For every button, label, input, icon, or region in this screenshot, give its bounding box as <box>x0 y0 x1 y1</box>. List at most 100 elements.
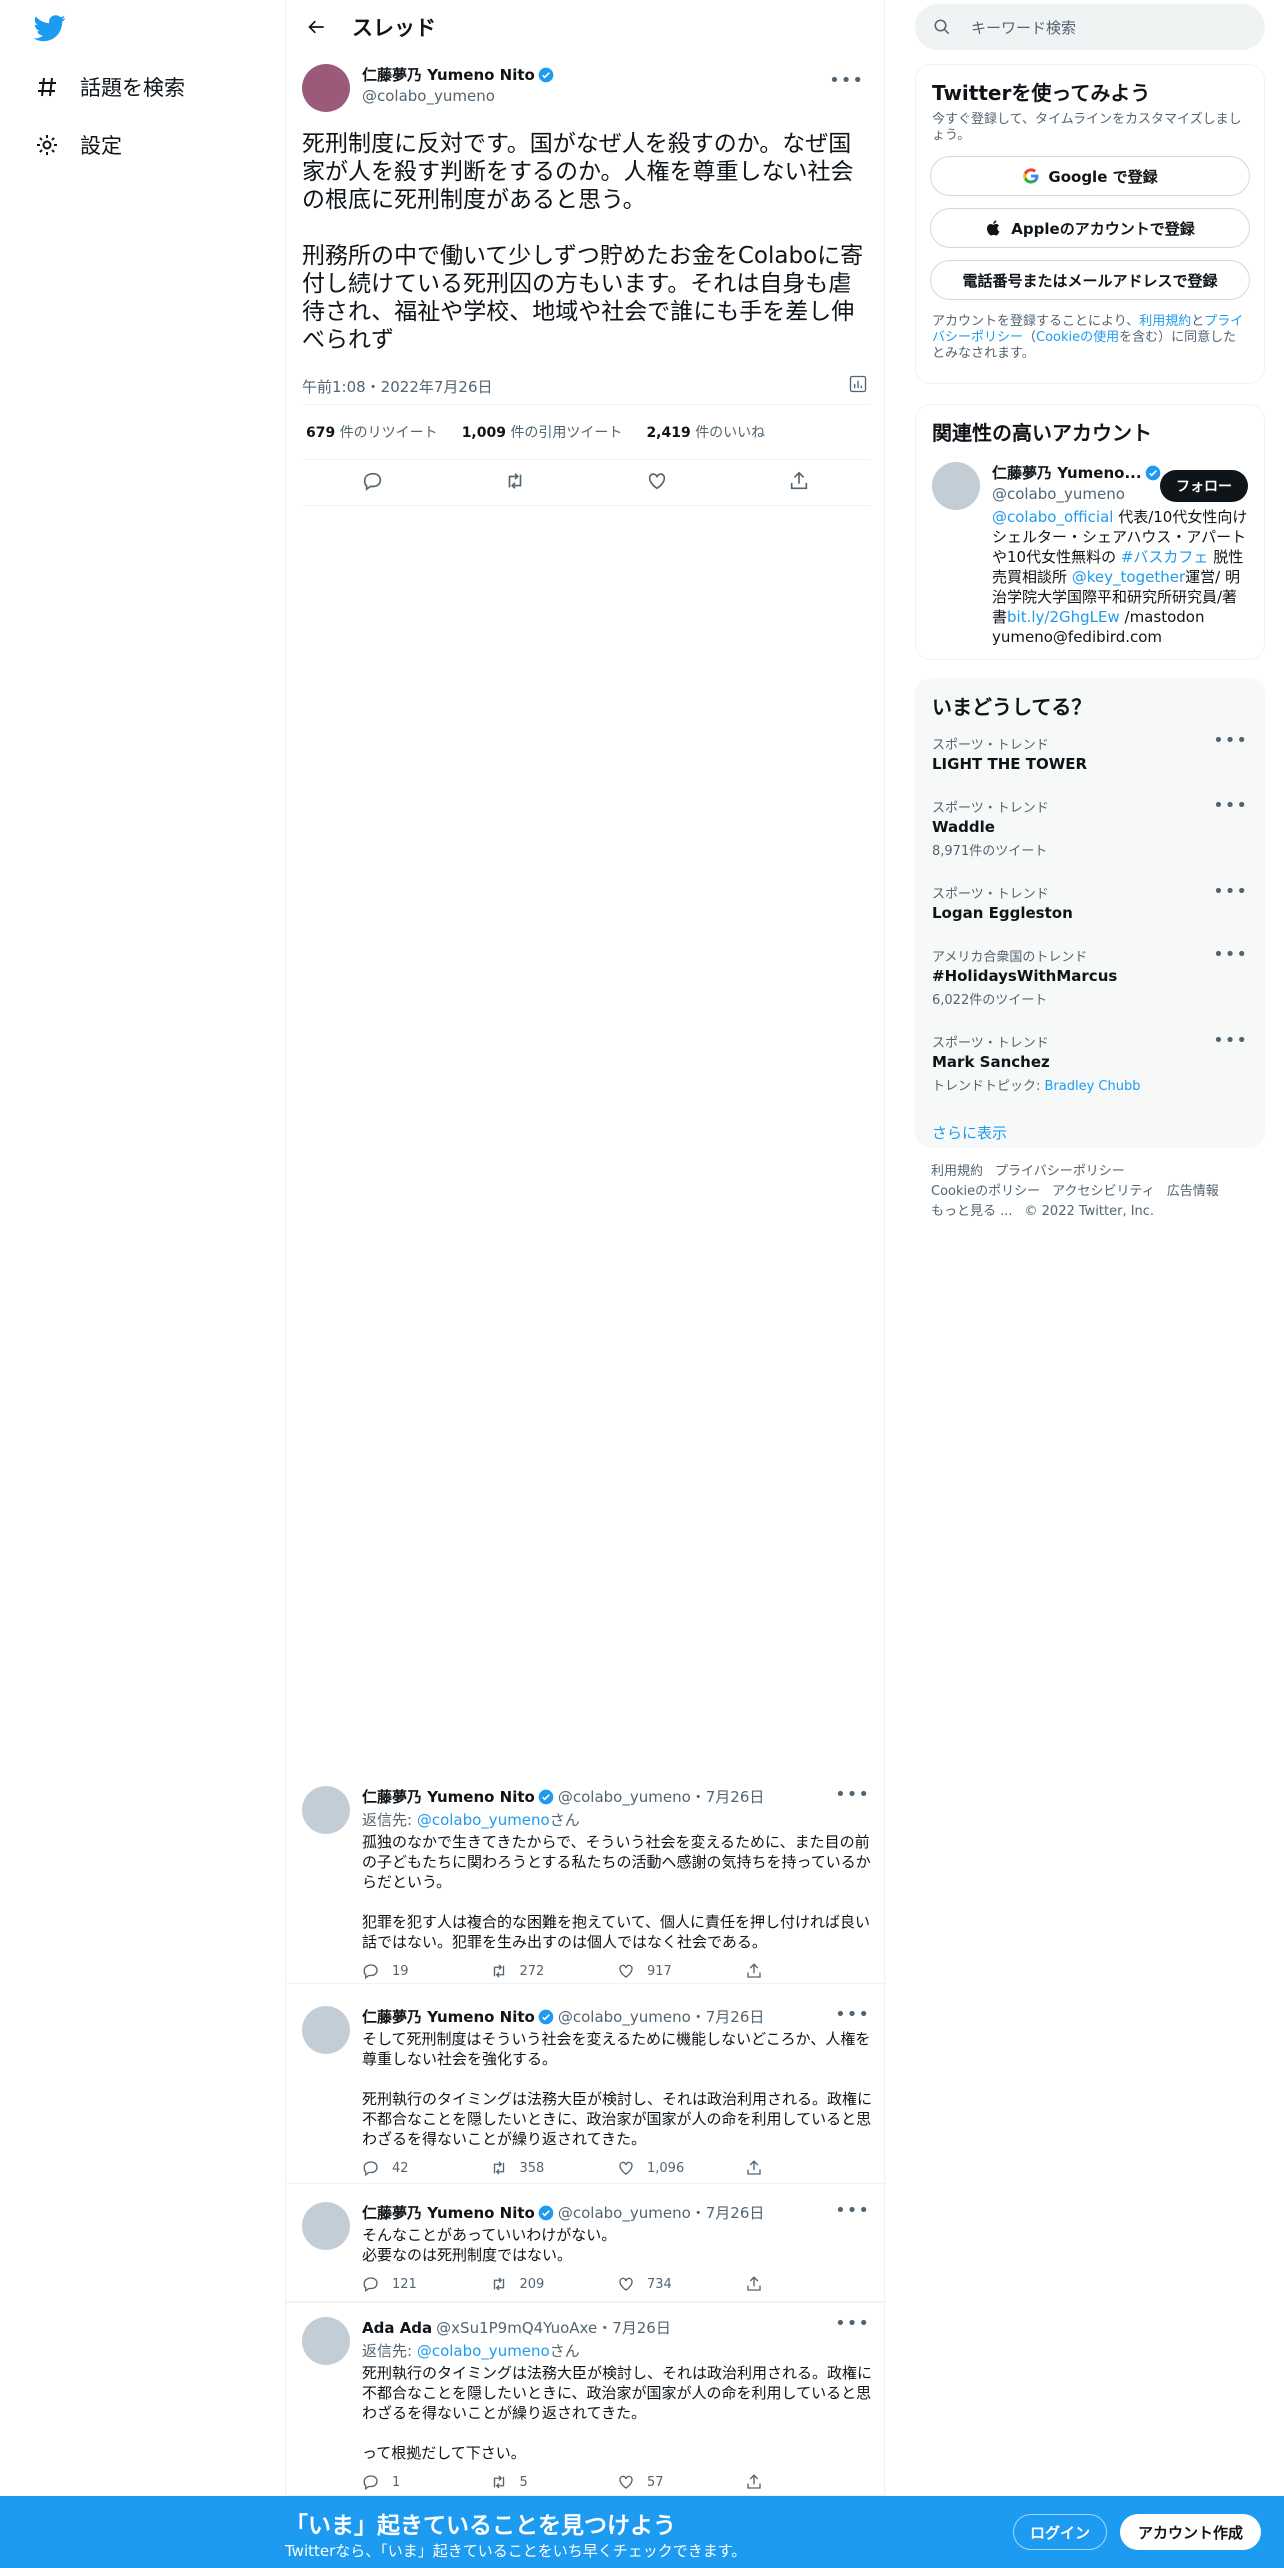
trend-item[interactable]: アメリカ合衆国のトレンド #HolidaysWithMarcus 6,022件の… <box>916 934 1264 1020</box>
reply-meta[interactable]: @colabo_yumeno・7月26日 <box>558 2006 765 2027</box>
apple-signup-label: Appleのアカウントで登録 <box>1011 219 1195 238</box>
trend-topic: トレンドトピック: Bradley Chubb <box>932 1079 1141 1094</box>
reply-text: 孤独のなかで生きてきたからで、そういう社会を変えるために、また目の前の子どもたち… <box>362 1833 871 1951</box>
google-signup-button[interactable]: Google で登録 <box>930 156 1250 196</box>
reply-tweet[interactable]: ••• 仁藤夢乃 Yumeno Nito @colabo_yumeno・7月26… <box>286 2190 886 2302</box>
share-action[interactable] <box>745 2275 873 2293</box>
nav-explore[interactable]: 話題を検索 <box>34 67 185 107</box>
reply-tweet[interactable]: ••• Ada Ada @xSu1P9mQ4YuoAxe・7月26日 返信先: … <box>286 2302 886 2496</box>
retweet-count[interactable]: 679 件のリツイート <box>306 422 438 442</box>
trend-item[interactable]: スポーツ・トレンド Logan Eggleston ••• <box>916 871 1264 934</box>
footer-privacy-link[interactable]: プライバシーポリシー <box>995 1164 1125 1179</box>
trend-count: 8,971件のツイート <box>932 844 1048 859</box>
avatar[interactable] <box>302 2006 350 2054</box>
bio-link[interactable]: @colabo_official <box>992 508 1113 526</box>
retweet-action[interactable]: 209 <box>490 2275 618 2293</box>
trend-item[interactable]: スポーツ・トレンド LIGHT THE TOWER ••• <box>916 720 1264 785</box>
verified-badge-icon <box>538 2205 554 2221</box>
share-action[interactable] <box>745 2159 873 2177</box>
more-options-icon[interactable]: ••• <box>1213 795 1248 816</box>
nav-settings[interactable]: 設定 <box>34 125 122 165</box>
avatar[interactable] <box>302 64 350 112</box>
avatar[interactable] <box>302 1786 350 1834</box>
trend-item[interactable]: スポーツ・トレンド Mark Sanchez トレンドトピック: Bradley… <box>916 1020 1264 1106</box>
signup-banner: 「いま」起きていることを見つけよう Twitterなら、「いま」起きていることを… <box>0 2496 1284 2568</box>
share-action[interactable] <box>745 1962 873 1980</box>
reply-author-name[interactable]: 仁藤夢乃 Yumeno Nito <box>362 2006 535 2027</box>
reply-action[interactable]: 42 <box>362 2159 490 2177</box>
cookie-link[interactable]: Cookieの使用 <box>1036 330 1119 345</box>
reply-tweet[interactable]: ••• 仁藤夢乃 Yumeno Nito @colabo_yumeno・7月26… <box>286 1774 886 1984</box>
search-input[interactable]: キーワード検索 <box>915 4 1265 50</box>
reply-author-name[interactable]: Ada Ada <box>362 2319 432 2337</box>
terms-link[interactable]: 利用規約 <box>1139 314 1191 329</box>
reply-action[interactable]: 1 <box>362 2473 490 2491</box>
like-count[interactable]: 2,419 件のいいね <box>646 422 765 442</box>
analytics-icon[interactable] <box>848 374 868 398</box>
reply-author-name[interactable]: 仁藤夢乃 Yumeno Nito <box>362 2202 535 2223</box>
footer-terms-link[interactable]: 利用規約 <box>931 1164 983 1179</box>
more-options-icon[interactable]: ••• <box>1213 881 1248 902</box>
show-more-link[interactable]: さらに表示 <box>916 1106 1264 1159</box>
footer-cookies-link[interactable]: Cookieのポリシー <box>931 1184 1040 1199</box>
create-account-button[interactable]: アカウント作成 <box>1120 2514 1262 2550</box>
reply-to-link[interactable]: @colabo_yumeno <box>417 1811 550 1829</box>
more-options-icon[interactable]: ••• <box>1213 730 1248 751</box>
reply-meta[interactable]: @colabo_yumeno・7月26日 <box>558 1786 765 1807</box>
reply-meta[interactable]: @colabo_yumeno・7月26日 <box>558 2202 765 2223</box>
like-action[interactable]: 1,096 <box>617 2159 745 2177</box>
twitter-logo-icon[interactable] <box>33 12 66 44</box>
avatar[interactable] <box>302 2317 350 2365</box>
quote-count[interactable]: 1,009 件の引用ツイート <box>462 422 623 442</box>
bio-url-link[interactable]: bit.ly/2GhgLEw <box>1007 608 1120 626</box>
more-options-icon[interactable]: ••• <box>1213 944 1248 965</box>
reply-tweet[interactable]: ••• 仁藤夢乃 Yumeno Nito @colabo_yumeno・7月26… <box>286 1994 886 2184</box>
page-title: スレッド <box>352 15 436 40</box>
more-options-icon[interactable]: ••• <box>829 70 864 91</box>
footer-copyright: © 2022 Twitter, Inc. <box>1024 1204 1155 1219</box>
trend-name: #HolidaysWithMarcus <box>932 967 1118 985</box>
retweet-icon[interactable] <box>504 470 526 496</box>
reply-meta[interactable]: @xSu1P9mQ4YuoAxe・7月26日 <box>436 2317 671 2338</box>
like-action[interactable]: 734 <box>617 2275 745 2293</box>
retweet-action[interactable]: 358 <box>490 2159 618 2177</box>
tweet-author: 仁藤夢乃 Yumeno Nito @colabo_yumeno <box>302 64 870 114</box>
login-button[interactable]: ログイン <box>1013 2514 1108 2550</box>
author-handle[interactable]: @colabo_yumeno <box>362 87 554 105</box>
reply-author-name[interactable]: 仁藤夢乃 Yumeno Nito <box>362 1786 535 1807</box>
footer-accessibility-link[interactable]: アクセシビリティ <box>1052 1184 1155 1199</box>
trend-category: アメリカ合衆国のトレンド <box>932 950 1088 965</box>
trend-topic-link[interactable]: Bradley Chubb <box>1045 1079 1141 1094</box>
related-account[interactable]: 仁藤夢乃 Yumeno... @colabo_yumeno @colabo_of… <box>916 446 1264 663</box>
avatar[interactable] <box>302 2202 350 2250</box>
like-action[interactable]: 917 <box>617 1962 745 1980</box>
tweet-timestamp[interactable]: 午前1:08・2022年7月26日 <box>302 376 493 397</box>
reply-icon[interactable] <box>362 470 384 496</box>
reply-action[interactable]: 19 <box>362 1962 490 1980</box>
search-icon <box>934 19 950 35</box>
author-name[interactable]: 仁藤夢乃 Yumeno Nito <box>362 64 554 85</box>
follow-button[interactable]: フォロー <box>1160 470 1248 502</box>
like-action[interactable]: 57 <box>617 2473 745 2491</box>
verified-badge-icon <box>1145 465 1161 481</box>
apple-signup-button[interactable]: Appleのアカウントで登録 <box>930 208 1250 248</box>
trend-item[interactable]: スポーツ・トレンド Waddle 8,971件のツイート ••• <box>916 785 1264 871</box>
verified-badge-icon <box>538 2009 554 2025</box>
bio-link[interactable]: @key_together <box>1072 568 1185 586</box>
retweet-action[interactable]: 272 <box>490 1962 618 1980</box>
trend-name: LIGHT THE TOWER <box>932 755 1088 773</box>
phone-email-signup-button[interactable]: 電話番号またはメールアドレスで登録 <box>930 260 1250 300</box>
footer-more-link[interactable]: もっと見る ... <box>931 1204 1013 1219</box>
retweet-action[interactable]: 5 <box>490 2473 618 2491</box>
bio-hashtag-link[interactable]: #バスカフェ <box>1121 548 1209 566</box>
more-options-icon[interactable]: ••• <box>1213 1030 1248 1051</box>
share-action[interactable] <box>745 2473 873 2491</box>
footer-ads-link[interactable]: 広告情報 <box>1167 1184 1219 1199</box>
share-icon[interactable] <box>788 470 810 496</box>
avatar[interactable] <box>932 462 980 510</box>
reply-action[interactable]: 121 <box>362 2275 490 2293</box>
back-arrow-icon[interactable] <box>302 12 332 42</box>
signup-title: Twitterを使ってみよう <box>932 81 1151 105</box>
reply-to-link[interactable]: @colabo_yumeno <box>417 2342 550 2360</box>
like-icon[interactable] <box>646 470 668 496</box>
